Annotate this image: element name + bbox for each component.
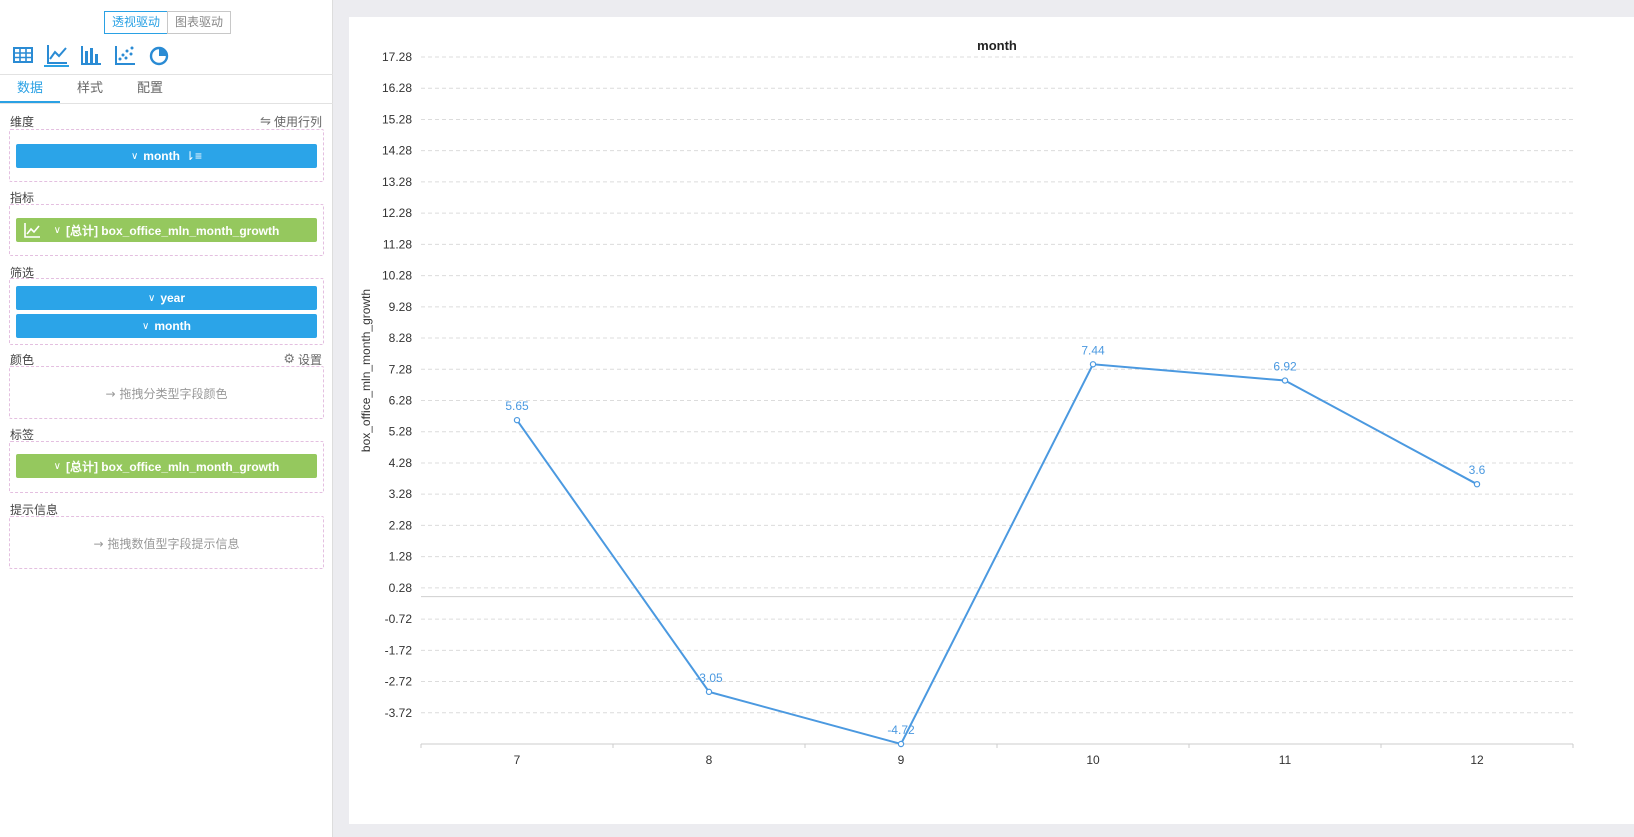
chevron-down-icon: ∨ [130, 150, 139, 162]
filter-pill-label: month [154, 319, 191, 333]
y-tick-label: 2.28 [389, 518, 413, 532]
y-tick-label: 5.28 [389, 425, 413, 439]
scatter-chart-icon[interactable] [112, 42, 137, 67]
dimension-drop-zone[interactable]: ∨ month ⇂≡ [9, 129, 324, 182]
chart-type-selector [10, 42, 171, 67]
chevron-down-icon: ∨ [142, 320, 150, 332]
y-tick-label: 0.28 [389, 581, 413, 595]
filter-pill-month[interactable]: ∨ month [16, 314, 317, 338]
chevron-down-icon: ∨ [147, 292, 156, 304]
panel-tabs: 数据 样式 配置 [0, 74, 333, 104]
metric-pill-label: [总计] box_office_mln_month_growth [65, 223, 280, 238]
x-tick-label: 11 [1279, 753, 1292, 767]
sort-icon: ⇂≡ [184, 149, 203, 163]
arrow-right-icon: → [93, 537, 104, 551]
color-drop-zone[interactable]: → 拖拽分类型字段颜色 [9, 366, 324, 419]
filter-pill-label: year [160, 291, 186, 305]
data-label: 7.44 [1081, 343, 1105, 357]
y-tick-label: 10.28 [382, 269, 412, 283]
y-tick-label: 17.28 [382, 50, 412, 64]
y-tick-label: 6.28 [389, 394, 413, 408]
tab-style[interactable]: 样式 [60, 75, 120, 103]
chart-card: month 17.28 16.28 15.28 14.28 13.28 12.28 11.28… [349, 17, 1634, 824]
y-tick-label: 1.28 [389, 550, 413, 564]
x-tick-label: 7 [514, 753, 521, 767]
y-axis-label: box_office_mln_month_growth [359, 289, 373, 452]
pivot-mode-button[interactable]: 透视驱动 [104, 11, 169, 34]
metric-pill[interactable]: ∨ [总计] box_office_mln_month_growth [16, 218, 317, 242]
y-tick-label: 7.28 [389, 362, 413, 376]
y-tick-label: 9.28 [389, 300, 413, 314]
y-tick-label: 12.28 [382, 206, 412, 220]
y-tick-label: 13.28 [382, 175, 412, 189]
tag-drop-zone[interactable]: ∨ [总计] box_office_mln_month_growth [9, 441, 324, 493]
gear-icon: ⚙ [283, 352, 295, 367]
y-tick-label: 8.28 [389, 331, 413, 345]
color-placeholder-text: 拖拽分类型字段颜色 [119, 387, 228, 401]
data-point [513, 416, 521, 424]
y-tick-label: -3.72 [385, 706, 413, 720]
chevron-down-icon: ∨ [53, 224, 61, 236]
dimension-pill-month[interactable]: ∨ month ⇂≡ [16, 144, 317, 168]
y-tick-label: -2.72 [385, 675, 413, 689]
x-tick-label: 8 [706, 753, 713, 767]
dimension-label: 维度 [10, 115, 35, 129]
x-tick-label: 9 [898, 753, 905, 767]
y-tick-label: 16.28 [382, 81, 412, 95]
tag-pill[interactable]: ∨ [总计] box_office_mln_month_growth [16, 454, 317, 478]
y-tick-label: 3.28 [389, 487, 413, 501]
data-point [1473, 480, 1481, 488]
data-point [897, 740, 905, 748]
data-point [1281, 377, 1289, 384]
x-tick-label: 12 [1470, 753, 1484, 767]
mode-toggle: 透视驱动 图表驱动 [104, 11, 232, 34]
tooltip-drop-zone[interactable]: → 拖拽数值型字段提示信息 [9, 516, 324, 569]
data-point [1089, 361, 1097, 368]
chart-mode-button[interactable]: 图表驱动 [167, 11, 232, 34]
use-rows-cols-label: 使用行列 [273, 115, 322, 129]
line-chart-icon [24, 223, 40, 238]
line-chart-icon[interactable] [44, 42, 69, 67]
tooltip-placeholder-text: 拖拽数值型字段提示信息 [107, 537, 240, 551]
table-icon[interactable] [10, 42, 35, 67]
y-tick-label: -1.72 [385, 643, 413, 657]
data-point [705, 688, 713, 696]
series-line [516, 363, 1478, 746]
tab-config[interactable]: 配置 [120, 75, 180, 103]
y-tick-label: 4.28 [389, 456, 413, 470]
line-chart[interactable]: month 17.28 16.28 15.28 14.28 13.28 12.28 11.28… [349, 17, 1634, 824]
tab-data[interactable]: 数据 [0, 75, 60, 103]
chevron-down-icon: ∨ [53, 460, 61, 472]
y-tick-label: 15.28 [382, 112, 412, 126]
pie-chart-icon[interactable] [146, 42, 171, 67]
bar-chart-icon[interactable] [78, 42, 103, 67]
data-label: 5.65 [505, 399, 529, 413]
swap-icon: ⇋ [260, 114, 271, 129]
data-label: -3.05 [695, 671, 723, 685]
y-tick-label: -0.72 [385, 612, 413, 626]
data-label: 6.92 [1273, 360, 1297, 374]
tag-pill-label: [总计] box_office_mln_month_growth [65, 459, 280, 474]
chart-title: month [977, 38, 1017, 53]
filter-drop-zone[interactable]: ∨ year ∨ month [9, 278, 324, 345]
use-rows-cols-button[interactable]: ⇋ 使用行列 [260, 113, 322, 130]
data-label: -4.72 [887, 723, 915, 737]
data-label: 3.6 [1469, 463, 1486, 477]
config-panel: 透视驱动 图表驱动 数据 样式 配置 维度 ⇋ 使用行列 ∨ month ⇂≡ … [0, 0, 333, 837]
x-tick-label: 10 [1086, 753, 1100, 767]
metric-drop-zone[interactable]: ∨ [总计] box_office_mln_month_growth [9, 204, 324, 256]
tooltip-placeholder: → 拖拽数值型字段提示信息 [10, 535, 323, 552]
color-placeholder: → 拖拽分类型字段颜色 [10, 385, 323, 402]
arrow-right-icon: → [105, 387, 116, 401]
dimension-pill-label: month [143, 149, 180, 163]
y-tick-label: 14.28 [382, 144, 412, 158]
y-tick-label: 11.28 [383, 237, 412, 251]
filter-pill-year[interactable]: ∨ year [16, 286, 317, 310]
